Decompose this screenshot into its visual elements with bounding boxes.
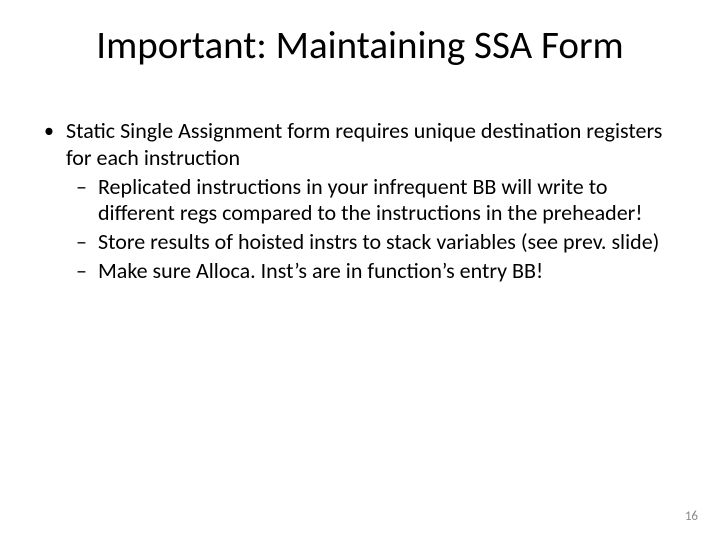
bullet-list-level1: Static Single Assignment form requires u… <box>38 118 672 285</box>
sub-bullet-text: Replicated instructions in your infreque… <box>98 173 643 227</box>
page-number: 16 <box>685 509 698 524</box>
sub-bullet-item: Make sure Alloca. Inst’s are in function… <box>66 258 672 285</box>
sub-bullet-text: Store results of hoisted instrs to stack… <box>98 228 659 255</box>
sub-bullet-item: Store results of hoisted instrs to stack… <box>66 229 672 256</box>
bullet-list-level2: Replicated instructions in your infreque… <box>66 174 672 285</box>
slide: Important: Maintaining SSA Form Static S… <box>0 0 720 540</box>
bullet-item: Static Single Assignment form requires u… <box>38 118 672 285</box>
slide-title: Important: Maintaining SSA Form <box>0 22 720 69</box>
sub-bullet-text: Make sure Alloca. Inst’s are in function… <box>98 257 543 284</box>
sub-bullet-item: Replicated instructions in your infreque… <box>66 174 672 228</box>
slide-body: Static Single Assignment form requires u… <box>38 118 672 289</box>
bullet-text: Static Single Assignment form requires u… <box>66 117 662 171</box>
